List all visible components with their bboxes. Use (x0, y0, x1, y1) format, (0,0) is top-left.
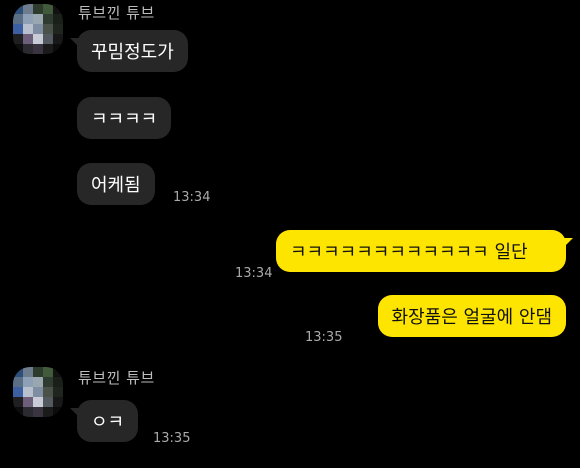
message-text: 꾸밈정도가 (91, 42, 174, 63)
sender-name: 튜브낀 튜브 (78, 4, 155, 22)
message-text: ㅋㅋㅋㅋㅋㅋㅋㅋㅋㅋㅋㅋ 일단 (290, 242, 528, 263)
message-text: ㅋㅋㅋㅋ (91, 109, 158, 130)
message-timestamp: 13:35 (153, 431, 191, 446)
message-timestamp: 13:34 (173, 190, 211, 205)
message-bubble-incoming[interactable]: ㅇㅋ (69, 400, 139, 442)
avatar[interactable] (13, 4, 63, 54)
message-text: 어케됨 (91, 175, 141, 196)
message-timestamp: 13:34 (235, 266, 273, 281)
avatar[interactable] (13, 367, 63, 417)
message-timestamp: 13:35 (305, 330, 343, 345)
message-bubble-outgoing[interactable]: ㅋㅋㅋㅋㅋㅋㅋㅋㅋㅋㅋㅋ 일단 (276, 230, 573, 272)
message-text: 화장품은 얼굴에 안댐 (391, 307, 552, 328)
message-bubble-incoming[interactable]: 어케됨 (77, 163, 155, 205)
message-bubble-incoming[interactable]: 꾸밈정도가 (70, 30, 188, 72)
sender-name: 튜브낀 튜브 (78, 369, 155, 387)
message-bubble-outgoing[interactable]: 화장품은 얼굴에 안댐 (377, 295, 566, 337)
message-bubble-incoming[interactable]: ㅋㅋㅋㅋ (77, 97, 172, 139)
message-text: ㅇㅋ (91, 412, 125, 433)
